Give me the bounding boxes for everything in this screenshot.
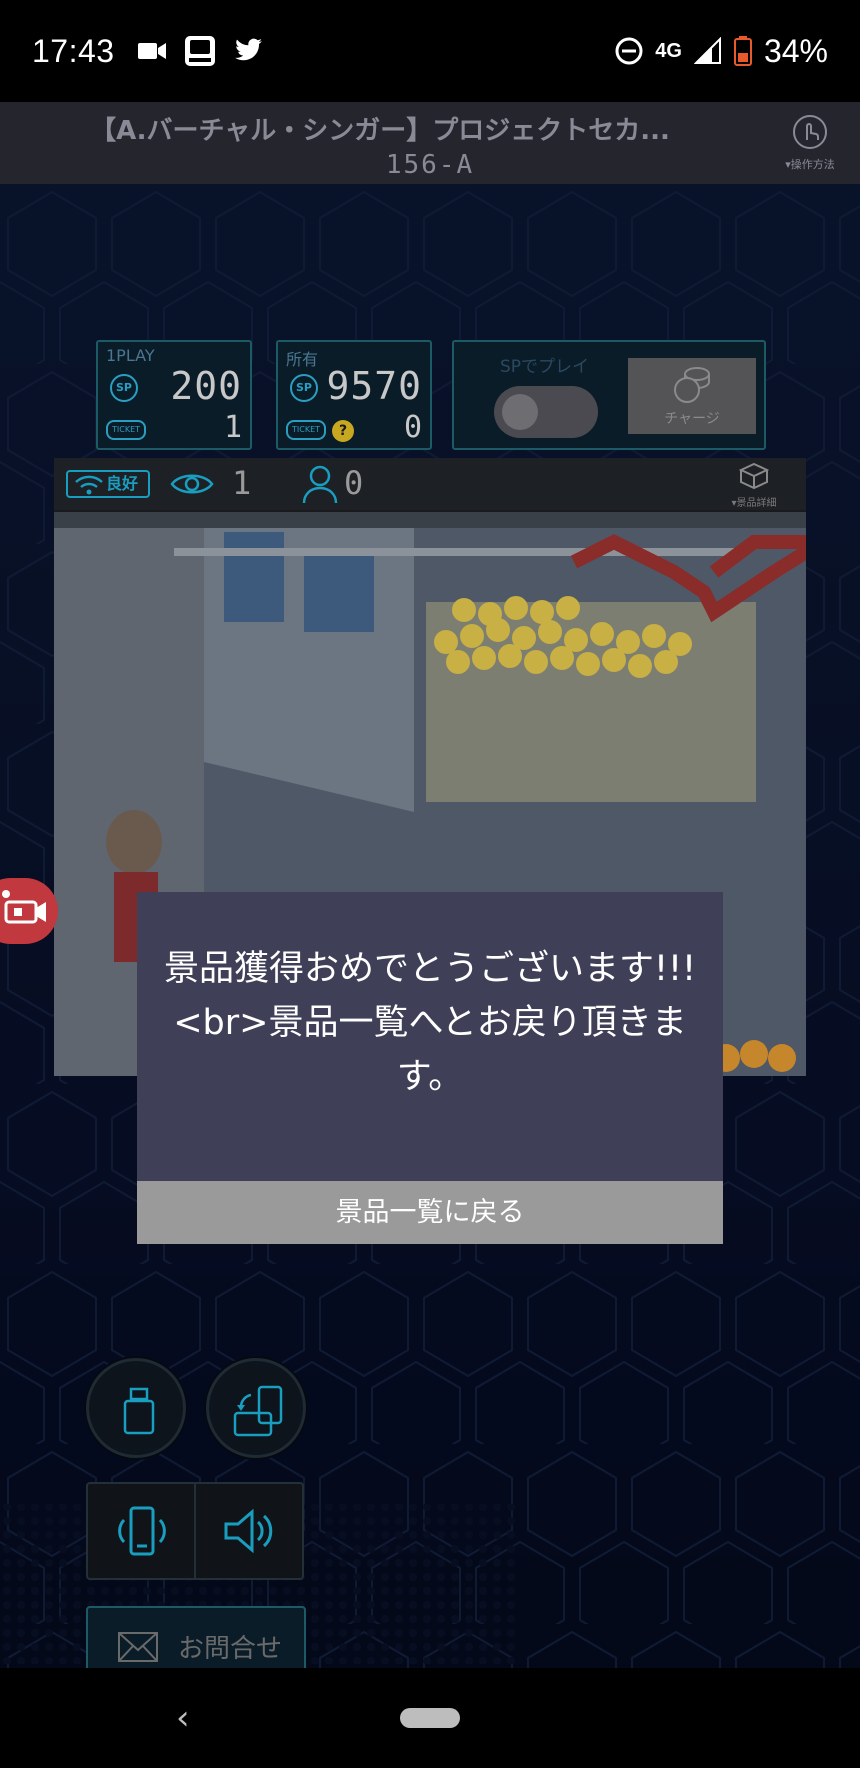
- status-system-icons: 4G 34%: [615, 33, 828, 70]
- video-icon: [137, 43, 166, 59]
- prize-detail-label: ▾景品詳細: [731, 498, 777, 509]
- prize-won-dialog: 景品獲得おめでとうございます!!!<br>景品一覧へとお戻り頂きます。 景品一覧…: [137, 892, 723, 1244]
- help-button[interactable]: ▾操作方法: [772, 114, 848, 176]
- status-time: 17:43: [32, 32, 115, 69]
- claw-view-button[interactable]: [86, 1358, 186, 1458]
- ticket-icon: TICKET: [106, 420, 146, 440]
- charge-button[interactable]: チャージ: [628, 358, 756, 434]
- claw-icon: [123, 1387, 155, 1435]
- app-header: 【A.バーチャル・シンガー】プロジェクトセカ... 156-A ▾操作方法: [0, 102, 860, 184]
- contact-button[interactable]: お問合せ: [86, 1606, 306, 1668]
- player-count: 0: [344, 464, 364, 502]
- main-area: 1PLAY SP 200 TICKET 1 所有 SP 9570 TICKET …: [0, 184, 860, 1668]
- status-bar: 17:43 4G 34%: [0, 0, 860, 102]
- ticket-icon: TICKET: [286, 420, 326, 440]
- sound-toggle[interactable]: [196, 1484, 304, 1578]
- sp-coin-icon: SP: [110, 374, 138, 402]
- toggle-knob: [502, 394, 538, 430]
- owned-sp: 9570: [326, 364, 422, 408]
- viewer-count: 1: [232, 464, 252, 502]
- contact-label: お問合せ: [178, 1634, 283, 1664]
- battery-percent: 34%: [763, 32, 828, 69]
- box-icon: [738, 462, 770, 490]
- speaker-icon: [224, 1508, 273, 1554]
- sp-play-panel: SPでプレイ チャージ: [452, 340, 766, 450]
- connection-label: 良好: [106, 474, 139, 493]
- vibrate-icon: [118, 1506, 166, 1556]
- app-icon: [184, 36, 215, 66]
- hand-pointer-icon: [793, 115, 827, 149]
- mail-icon: [118, 1632, 158, 1662]
- dialog-message: 景品獲得おめでとうございます!!!<br>景品一覧へとお戻り頂きます。: [163, 949, 697, 1097]
- sound-vibration-toggles: [86, 1482, 304, 1580]
- owned-label: 所有: [286, 350, 319, 369]
- owned-balance-panel: 所有 SP 9570 TICKET ? 0: [276, 340, 432, 450]
- signal-icon: [693, 37, 721, 64]
- back-to-prizes-button[interactable]: 景品一覧に戻る: [137, 1181, 723, 1244]
- play-cost-panel: 1PLAY SP 200 TICKET 1: [96, 340, 252, 450]
- battery-icon: [733, 36, 752, 66]
- play-cost-ticket: 1: [223, 410, 242, 445]
- vibration-toggle[interactable]: [88, 1484, 196, 1578]
- ticket-help-icon[interactable]: ?: [332, 420, 354, 442]
- camera-switch-tab[interactable]: [0, 878, 58, 944]
- network-type: 4G: [655, 39, 682, 62]
- rotate-device-icon: [233, 1385, 283, 1437]
- home-icon[interactable]: [400, 1708, 460, 1728]
- camera-info-bar: 良好 1 0 ▾景品詳細: [54, 458, 806, 510]
- prize-detail-button[interactable]: ▾景品詳細: [718, 462, 790, 509]
- play-cost-label: 1PLAY: [106, 346, 155, 365]
- help-label: ▾操作方法: [785, 158, 835, 171]
- sp-play-toggle[interactable]: [494, 386, 598, 438]
- page-title: 【A.バーチャル・シンガー】プロジェクトセカ...: [90, 116, 670, 146]
- coins-icon: [674, 367, 710, 403]
- eye-icon: [170, 474, 214, 494]
- sp-coin-icon: SP: [290, 374, 318, 402]
- rotate-device-button[interactable]: [206, 1358, 306, 1458]
- play-cost-sp: 200: [170, 364, 242, 408]
- connection-status: 良好: [66, 470, 150, 498]
- twitter-icon: [234, 38, 262, 61]
- status-notification-icons: [137, 34, 263, 68]
- camera-icon: [2, 890, 46, 924]
- sp-play-label: SPでプレイ: [500, 357, 590, 377]
- dnd-icon: [615, 37, 643, 65]
- system-nav-bar: ‹: [0, 1668, 860, 1768]
- person-icon: [302, 465, 338, 504]
- wifi-icon: [75, 475, 103, 495]
- machine-id: 156-A: [385, 150, 475, 180]
- back-icon[interactable]: ‹: [176, 1698, 190, 1738]
- charge-label: チャージ: [664, 411, 720, 427]
- owned-ticket: 0: [403, 410, 422, 445]
